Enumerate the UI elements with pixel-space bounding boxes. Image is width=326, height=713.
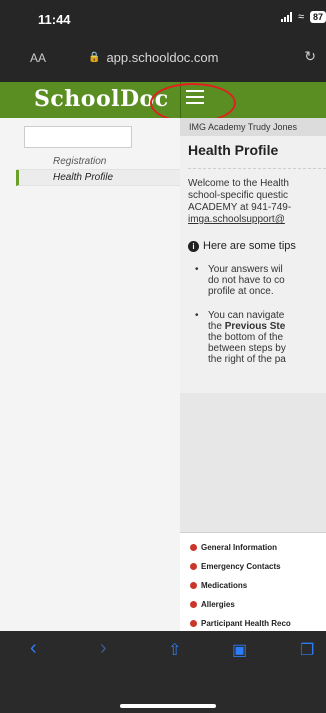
lock-icon: 🔒 — [88, 52, 101, 63]
intro-line: school-specific questic — [188, 190, 289, 201]
status-time: 11:44 — [38, 12, 71, 27]
signal-icon — [280, 12, 292, 22]
home-indicator — [120, 704, 216, 708]
steps-list: General Information Emergency Contacts M… — [180, 532, 326, 631]
title-divider — [188, 168, 326, 169]
intro-line: Welcome to the Health — [188, 178, 289, 189]
step-label: General Information — [201, 543, 278, 552]
url-field[interactable]: 🔒 app.schooldoc.com — [88, 50, 218, 65]
safari-address-bar[interactable]: AA 🔒 app.schooldoc.com ↻ — [0, 36, 326, 82]
status-bar: 11:44 ≈ 87 — [0, 0, 326, 36]
sidebar-item-registration[interactable]: Registration — [16, 154, 180, 170]
sidebar-profile-box — [24, 126, 132, 148]
status-icons: ≈ 87 — [280, 11, 326, 23]
reload-icon[interactable]: ↻ — [304, 48, 316, 65]
phone-screen: 11:44 ≈ 87 AA 🔒 app.schooldoc.com ↻ Scho… — [0, 0, 326, 713]
text-size-button[interactable]: AA — [30, 51, 46, 65]
info-icon: i — [188, 240, 199, 252]
status-dot-icon — [190, 582, 197, 589]
bookmarks-icon[interactable]: ▣ — [232, 640, 247, 660]
share-icon[interactable]: ⇧ — [168, 640, 181, 660]
tip-line: the right of the pa — [208, 354, 286, 365]
brand-logo[interactable]: SchoolDoc — [34, 86, 169, 112]
tips-heading-text: Here are some tips — [203, 240, 296, 252]
content-panel — [180, 393, 326, 533]
battery-icon: 87 — [309, 11, 326, 23]
tip-line: Your answers wil — [208, 264, 283, 275]
bullet-icon: • — [195, 264, 199, 275]
status-dot-icon — [190, 620, 197, 627]
status-dot-icon — [190, 563, 197, 570]
step-medications[interactable]: Medications — [190, 581, 247, 590]
sidebar: Registration Health Profile — [0, 118, 180, 631]
tips-heading: i Here are some tips — [188, 240, 296, 252]
intro-line: ACADEMY at 941-749- — [188, 202, 292, 213]
status-dot-icon — [190, 544, 197, 551]
step-participant-health-record[interactable]: Participant Health Reco — [190, 619, 291, 628]
url-text: app.schooldoc.com — [106, 50, 219, 65]
tip-item: • You can navigate the Previous Ste the … — [195, 310, 326, 365]
forward-icon[interactable]: › — [100, 637, 107, 660]
step-label: Allergies — [201, 600, 235, 609]
wifi-icon: ≈ — [297, 11, 304, 23]
tip-line: You can navigate — [208, 310, 285, 321]
bullet-icon: • — [195, 310, 199, 321]
step-general-information[interactable]: General Information — [190, 543, 277, 552]
back-icon[interactable]: ‹ — [30, 637, 37, 660]
tip-item: • Your answers wil do not have to co pro… — [195, 264, 326, 297]
support-email-link[interactable]: imga.schoolsupport@ — [188, 214, 326, 226]
page-title: Health Profile — [188, 142, 279, 158]
annotation-circle — [150, 83, 236, 123]
tip-line: between steps by — [208, 343, 286, 354]
intro-text: Welcome to the Health school-specific qu… — [188, 178, 326, 226]
tip-line-bold: Previous Ste — [224, 321, 286, 332]
tip-line: the Previous Ste — [208, 321, 326, 332]
step-label: Emergency Contacts — [201, 562, 281, 571]
breadcrumb: IMG Academy Trudy Jones — [180, 118, 326, 136]
tip-line: profile at once. — [208, 286, 274, 297]
tip-line: the bottom of the — [208, 332, 284, 343]
step-label: Participant Health Reco — [201, 619, 291, 628]
status-dot-icon — [190, 601, 197, 608]
tip-line: do not have to co — [208, 275, 285, 286]
step-label: Medications — [201, 581, 248, 590]
main-content: IMG Academy Trudy Jones Health Profile W… — [180, 118, 326, 631]
step-emergency-contacts[interactable]: Emergency Contacts — [190, 562, 281, 571]
tip-line-start: the — [208, 321, 225, 332]
tabs-icon[interactable]: ❐ — [300, 640, 314, 660]
safari-toolbar: ‹ › ⇧ ▣ ❐ — [0, 631, 326, 713]
step-allergies[interactable]: Allergies — [190, 600, 235, 609]
sidebar-item-health-profile[interactable]: Health Profile — [16, 170, 180, 186]
sidebar-nav: Registration Health Profile — [16, 154, 180, 186]
